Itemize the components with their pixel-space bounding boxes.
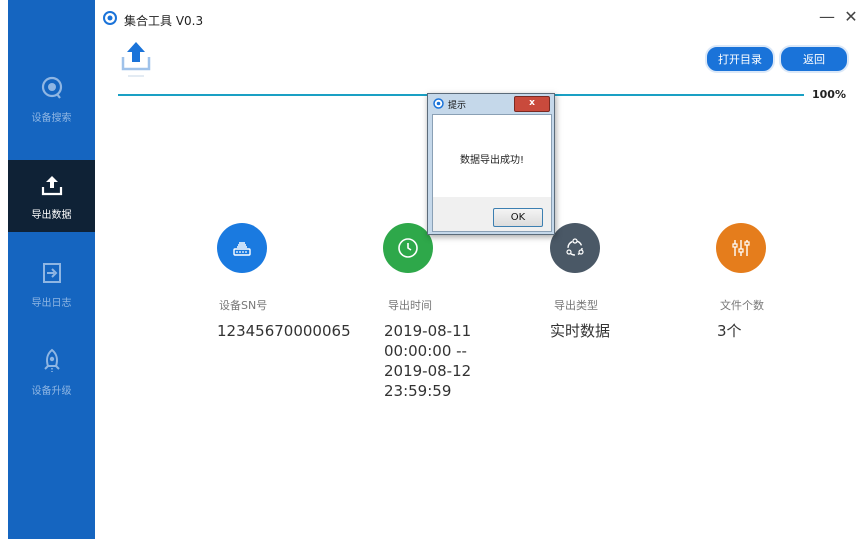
dialog-message: 数据导出成功! — [459, 155, 524, 166]
export-header-icon — [121, 42, 151, 77]
sidebar-item-device-search[interactable]: 设备搜索 — [8, 63, 95, 135]
sliders-icon — [716, 223, 766, 273]
stat-label-files: 文件个数 — [720, 299, 764, 312]
stat-label-time: 导出时间 — [388, 299, 432, 312]
export-icon — [39, 172, 65, 198]
minimize-button[interactable]: — — [816, 6, 838, 28]
stat-value-time: 2019-08-11 00:00:00 -- 2019-08-12 23:59:… — [384, 322, 472, 400]
rocket-icon — [39, 348, 65, 374]
clock-icon — [383, 223, 433, 273]
back-button[interactable]: 返回 — [779, 45, 849, 73]
dialog-body: 数据导出成功! OK — [432, 114, 552, 232]
dialog-app-icon — [433, 98, 444, 109]
title-bar: 集合工具 V0.3 — ✕ — [95, 0, 866, 36]
stat-value-files: 3个 — [717, 322, 742, 340]
sidebar-item-device-upgrade[interactable]: 设备升级 — [8, 336, 95, 408]
ok-button[interactable]: OK — [493, 208, 543, 227]
share-icon — [550, 223, 600, 273]
stat-value-type: 实时数据 — [550, 322, 611, 340]
close-button[interactable]: ✕ — [840, 6, 862, 28]
device-icon — [217, 223, 267, 273]
sidebar-item-label: 导出日志 — [31, 297, 72, 309]
stat-label-sn: 设备SN号 — [219, 299, 268, 312]
sidebar-item-export-log[interactable]: 导出日志 — [8, 248, 95, 320]
sidebar-item-label: 设备升级 — [31, 385, 72, 397]
log-export-icon — [39, 260, 65, 286]
dialog-close-button[interactable]: x — [514, 96, 550, 112]
sidebar: 设备搜索 导出数据 导出日志 设备升级 — [8, 0, 95, 539]
open-directory-button[interactable]: 打开目录 — [705, 45, 775, 73]
search-icon — [39, 75, 65, 101]
progress-percent: 100% — [812, 88, 846, 101]
app-title: 集合工具 V0.3 — [124, 14, 204, 28]
dialog-title: 提示 — [448, 101, 467, 111]
stat-label-type: 导出类型 — [554, 299, 598, 312]
sidebar-item-label: 导出数据 — [31, 209, 72, 221]
sidebar-item-export-data[interactable]: 导出数据 — [8, 160, 95, 232]
stat-value-sn: 12345670000065 — [217, 322, 351, 340]
message-dialog: 提示 x 数据导出成功! OK — [427, 93, 555, 235]
sidebar-item-label: 设备搜索 — [31, 112, 72, 124]
app-logo-icon — [103, 11, 117, 25]
